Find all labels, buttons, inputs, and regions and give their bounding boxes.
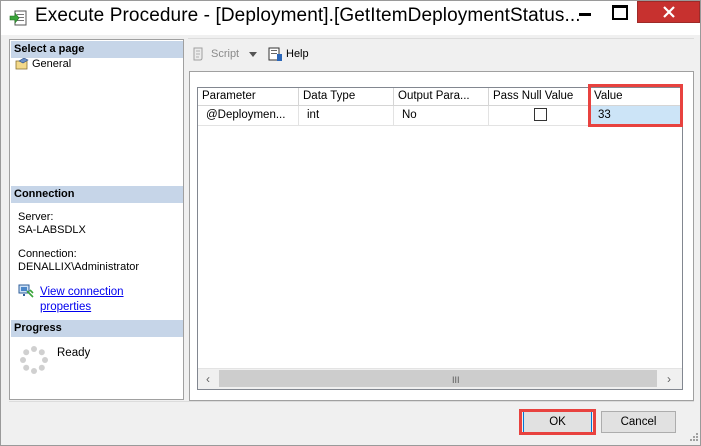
cell-data-type[interactable]: int xyxy=(299,106,394,126)
connection-value: DENALLIX\Administrator xyxy=(18,261,140,273)
select-page-header: Select a page xyxy=(11,41,183,58)
cell-value-input[interactable]: 33 xyxy=(590,106,682,126)
column-header-pass-null[interactable]: Pass Null Value xyxy=(489,88,590,106)
left-pane: Select a page General Connection Server:… xyxy=(9,39,184,400)
resize-grip-icon[interactable] xyxy=(687,432,699,444)
script-label: Script xyxy=(211,48,240,60)
column-header-output-param[interactable]: Output Para... xyxy=(394,88,489,106)
parameters-grid[interactable]: Parameter Data Type Output Para... Pass … xyxy=(197,87,683,390)
scroll-right-icon[interactable]: › xyxy=(661,371,677,387)
progress-header: Progress xyxy=(11,320,183,337)
connection-properties-icon xyxy=(18,284,34,298)
connection-header: Connection xyxy=(11,186,183,203)
horizontal-scrollbar[interactable]: ‹ III › xyxy=(198,368,682,389)
maximize-icon xyxy=(612,5,628,20)
general-page-icon xyxy=(15,58,29,70)
script-button[interactable]: Script xyxy=(191,46,239,64)
minimize-icon xyxy=(579,13,591,16)
execute-procedure-icon xyxy=(9,10,27,26)
maximize-button[interactable] xyxy=(602,1,636,23)
pass-null-checkbox[interactable] xyxy=(534,108,547,121)
scrollbar-grip: III xyxy=(452,375,460,385)
cell-output-param[interactable]: No xyxy=(394,106,489,126)
help-icon xyxy=(268,47,282,61)
cancel-button[interactable]: Cancel xyxy=(601,411,676,433)
script-dropdown-arrow-icon[interactable] xyxy=(249,52,257,57)
button-bar-divider xyxy=(9,401,694,402)
title-bar[interactable]: Execute Procedure - [Deployment].[GetIte… xyxy=(1,1,700,35)
column-header-parameter[interactable]: Parameter xyxy=(198,88,299,106)
page-item-label: General xyxy=(32,58,72,70)
toolbar-divider xyxy=(188,38,694,39)
page-item-general[interactable]: General xyxy=(13,57,71,72)
progress-status: Ready xyxy=(57,347,91,359)
help-label: Help xyxy=(286,48,309,60)
scroll-left-icon[interactable]: ‹ xyxy=(200,371,216,387)
minimize-button[interactable] xyxy=(568,1,602,23)
link-text-line1: View connection xyxy=(40,286,124,298)
server-label: Server: xyxy=(18,211,54,223)
script-icon xyxy=(193,47,203,61)
scrollbar-thumb[interactable]: III xyxy=(219,370,657,387)
cell-parameter[interactable]: @Deploymen... xyxy=(198,106,299,126)
help-button[interactable]: Help xyxy=(267,46,309,64)
view-connection-properties-link[interactable]: View connection properties xyxy=(40,285,124,315)
link-text-line2: properties xyxy=(40,301,92,313)
progress-spinner-icon xyxy=(20,346,48,374)
column-header-data-type[interactable]: Data Type xyxy=(299,88,394,106)
server-value: SA-LABSDLX xyxy=(18,224,86,236)
close-icon xyxy=(663,6,675,18)
window-title: Execute Procedure - [Deployment].[GetIte… xyxy=(35,5,581,26)
execute-procedure-dialog: Execute Procedure - [Deployment].[GetIte… xyxy=(0,0,701,446)
close-button[interactable] xyxy=(637,1,700,23)
column-header-value[interactable]: Value xyxy=(590,88,682,106)
ok-button[interactable]: OK xyxy=(523,411,592,433)
connection-label: Connection: xyxy=(18,248,77,260)
